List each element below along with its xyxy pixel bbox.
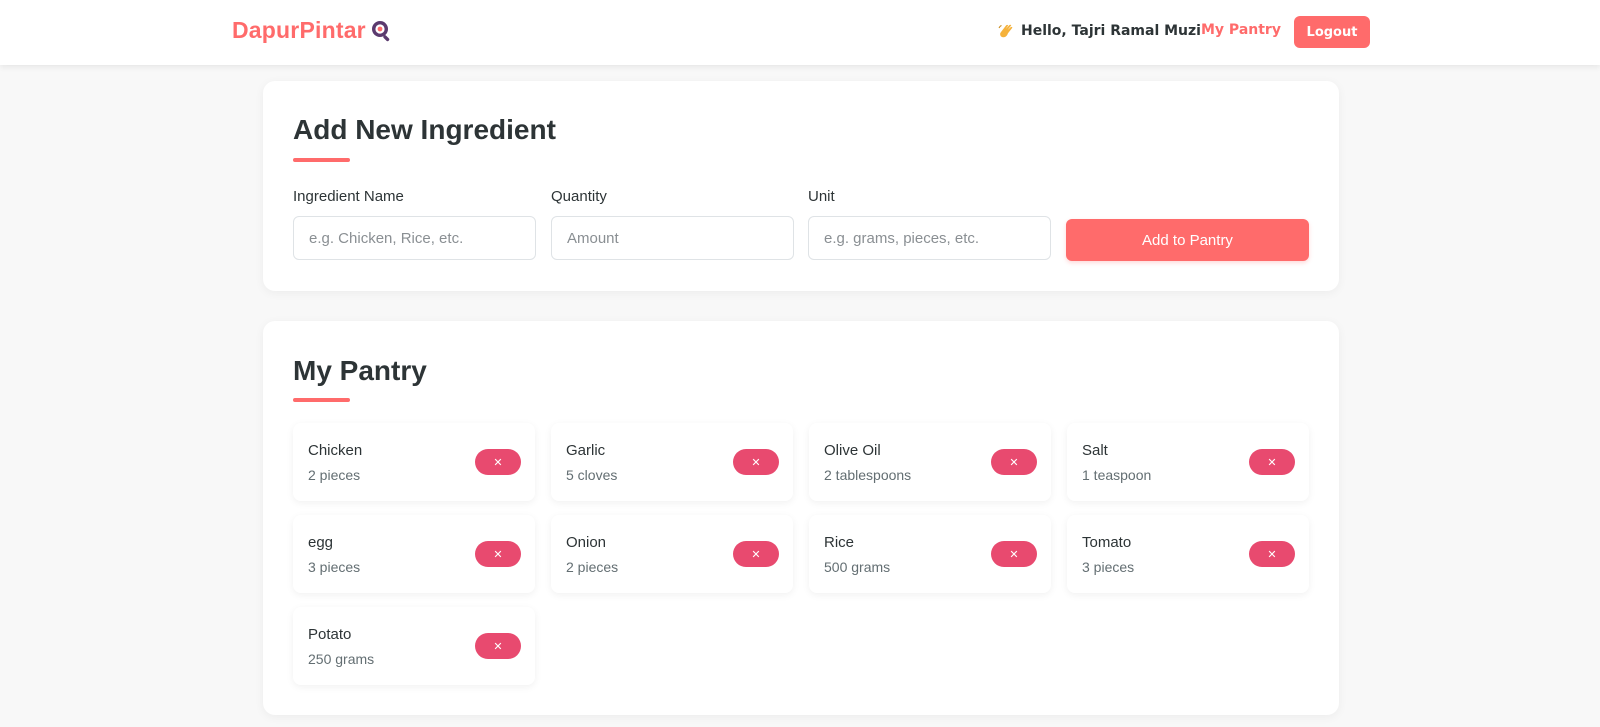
remove-item-button[interactable]: ✕ — [991, 541, 1037, 567]
remove-item-button[interactable]: ✕ — [1249, 449, 1295, 475]
close-icon: ✕ — [751, 455, 761, 469]
pantry-item-quantity: 2 tablespoons — [824, 467, 912, 483]
pantry-item: Tomato 3 pieces ✕ — [1067, 515, 1309, 593]
remove-item-button[interactable]: ✕ — [475, 541, 521, 567]
quantity-label: Quantity — [551, 188, 607, 205]
logout-button[interactable]: Logout — [1294, 16, 1370, 48]
pantry-item: Chicken 2 pieces ✕ — [293, 423, 535, 501]
remove-item-button[interactable]: ✕ — [991, 449, 1037, 475]
pantry-item: Onion 2 pieces ✕ — [551, 515, 793, 593]
pantry-item-name: Tomato — [1082, 534, 1132, 551]
pantry-item-quantity: 2 pieces — [566, 559, 619, 575]
pantry-item-name: egg — [308, 534, 334, 551]
ingredient-name-field: Ingredient Name — [293, 188, 536, 260]
unit-field: Unit — [808, 188, 1051, 260]
title-underline — [293, 398, 350, 402]
remove-item-button[interactable]: ✕ — [1249, 541, 1295, 567]
pantry-item-name: Salt — [1082, 442, 1108, 459]
quantity-field: Quantity — [551, 188, 794, 260]
waving-hand-icon — [997, 22, 1015, 40]
remove-item-button[interactable]: ✕ — [733, 449, 779, 475]
ingredient-name-label: Ingredient Name — [293, 188, 404, 205]
pantry-item: Potato 250 grams ✕ — [293, 607, 535, 685]
pantry-item-name: Onion — [566, 534, 607, 551]
greeting-text: Hello, Tajri Ramal Muzi — [1021, 23, 1201, 39]
pantry-item: egg 3 pieces ✕ — [293, 515, 535, 593]
ingredient-name-input[interactable] — [293, 216, 536, 260]
remove-item-button[interactable]: ✕ — [475, 633, 521, 659]
pantry-item-quantity: 250 grams — [308, 651, 375, 667]
my-pantry-card: My Pantry Chicken 2 pieces ✕ Garlic 5 cl… — [263, 321, 1339, 715]
pantry-item-name: Rice — [824, 534, 855, 551]
pantry-item-quantity: 3 pieces — [1082, 559, 1135, 575]
pantry-item-quantity: 5 cloves — [566, 467, 618, 483]
pantry-item-name: Olive Oil — [824, 442, 881, 459]
close-icon: ✕ — [493, 547, 503, 561]
pantry-item-quantity: 3 pieces — [308, 559, 361, 575]
pantry-item: Olive Oil 2 tablespoons ✕ — [809, 423, 1051, 501]
brand-logo[interactable]: DapurPintar — [232, 17, 394, 44]
close-icon: ✕ — [493, 639, 503, 653]
close-icon: ✕ — [1267, 455, 1277, 469]
brand-name: DapurPintar — [232, 17, 366, 43]
nav-link-my-pantry[interactable]: My Pantry — [1201, 22, 1281, 38]
remove-item-button[interactable]: ✕ — [475, 449, 521, 475]
close-icon: ✕ — [1009, 455, 1019, 469]
add-to-pantry-button[interactable]: Add to Pantry — [1066, 219, 1309, 261]
quantity-input[interactable] — [551, 216, 794, 260]
pantry-item-quantity: 2 pieces — [308, 467, 361, 483]
close-icon: ✕ — [1267, 547, 1277, 561]
close-icon: ✕ — [493, 455, 503, 469]
pantry-item-quantity: 1 teaspoon — [1082, 467, 1152, 483]
pantry-item-name: Chicken — [308, 442, 363, 459]
pantry-item-quantity: 500 grams — [824, 559, 891, 575]
pantry-item: Salt 1 teaspoon ✕ — [1067, 423, 1309, 501]
add-ingredient-card: Add New Ingredient Ingredient Name Quant… — [263, 81, 1339, 291]
pantry-item-name: Potato — [308, 626, 352, 643]
pantry-item: Garlic 5 cloves ✕ — [551, 423, 793, 501]
close-icon: ✕ — [1009, 547, 1019, 561]
remove-item-button[interactable]: ✕ — [733, 541, 779, 567]
close-icon: ✕ — [751, 547, 761, 561]
navbar: DapurPintar Hello, Tajri Ramal Muzi My P… — [0, 0, 1600, 65]
my-pantry-title: My Pantry — [293, 355, 427, 386]
pantry-item: Rice 500 grams ✕ — [809, 515, 1051, 593]
magnifier-pan-icon — [370, 19, 394, 43]
pantry-list: Chicken 2 pieces ✕ Garlic 5 cloves ✕ Oli… — [293, 423, 1309, 685]
unit-input[interactable] — [808, 216, 1051, 260]
add-ingredient-title: Add New Ingredient — [293, 114, 556, 145]
unit-label: Unit — [808, 188, 835, 205]
title-underline — [293, 158, 350, 162]
pantry-item-name: Garlic — [566, 442, 606, 459]
user-greeting: Hello, Tajri Ramal Muzi — [997, 22, 1201, 40]
